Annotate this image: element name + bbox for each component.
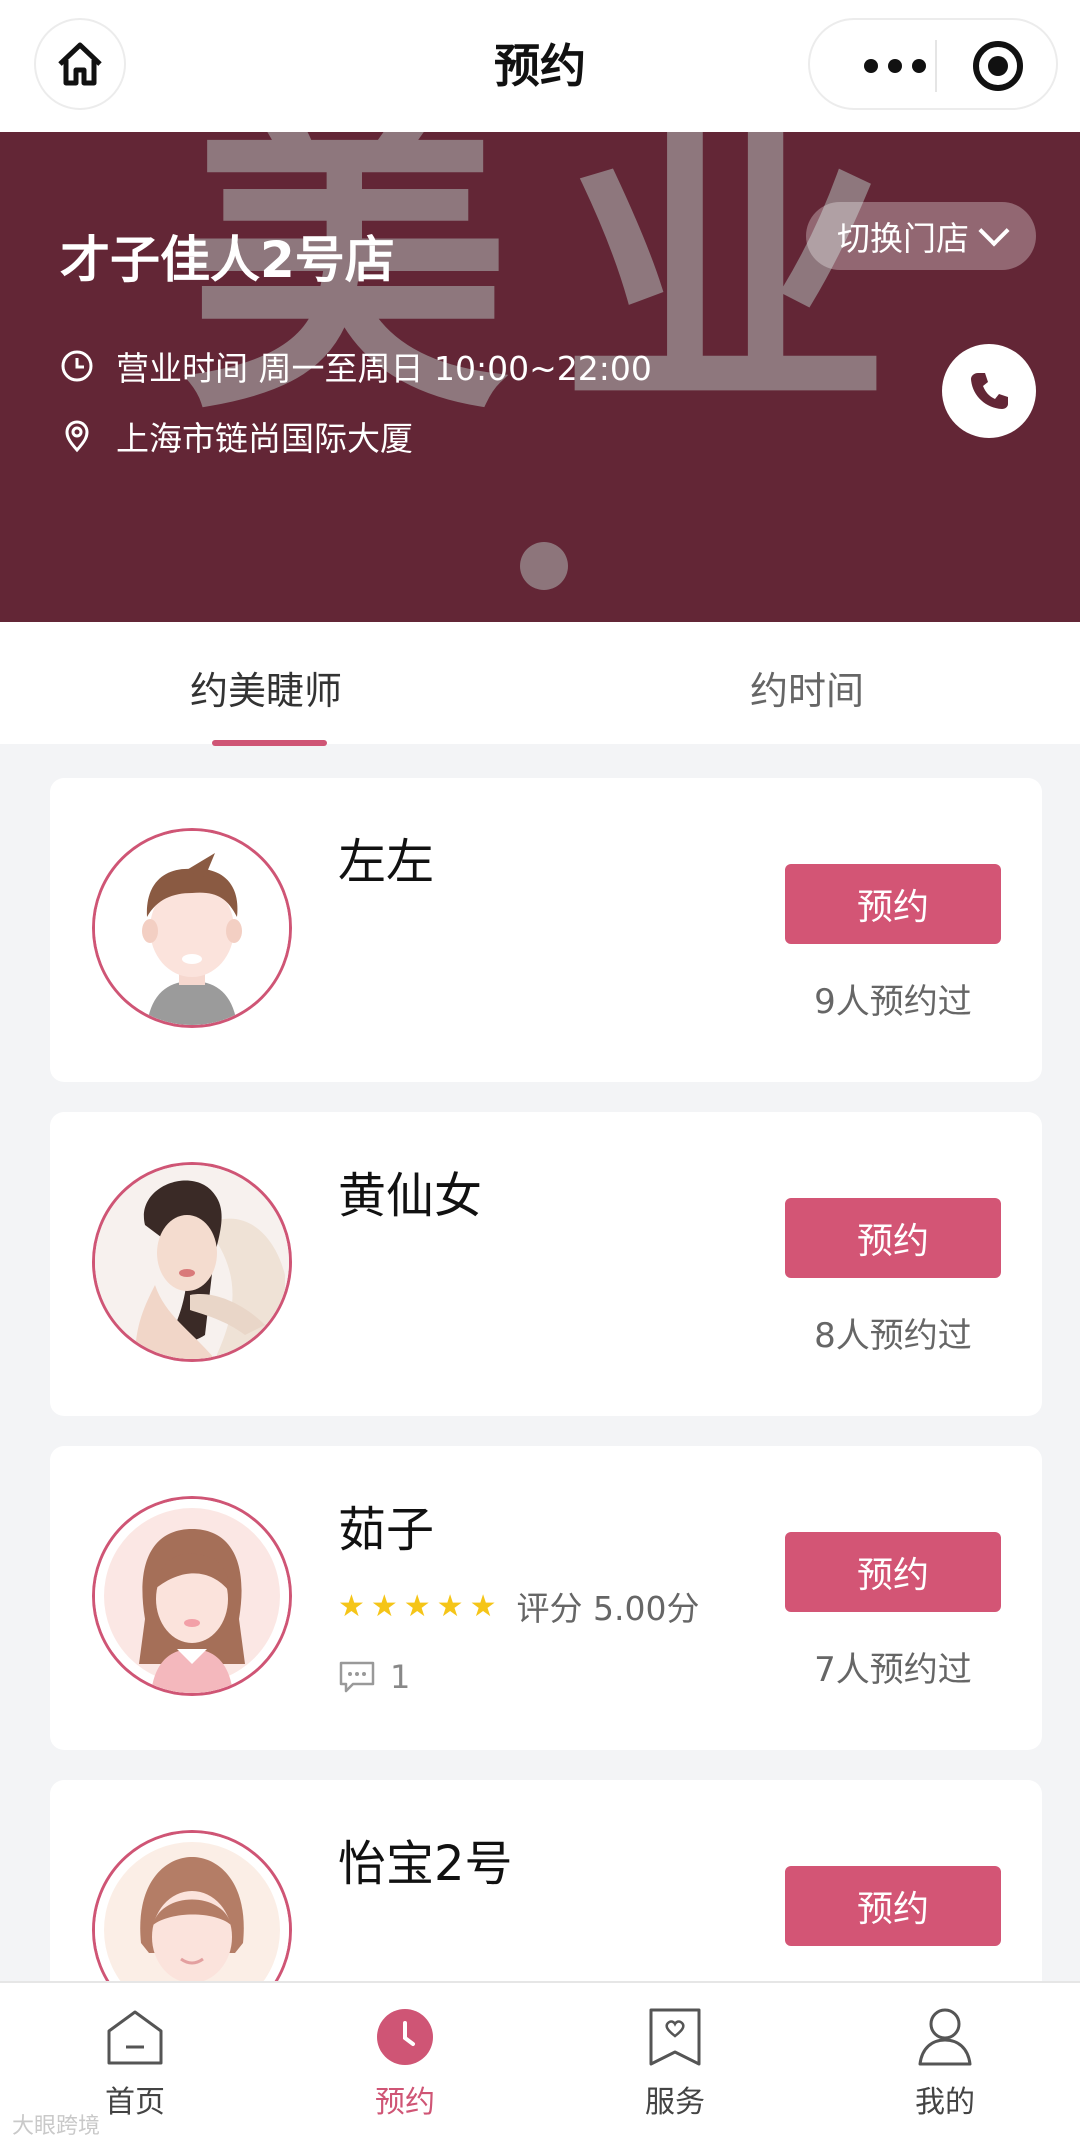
tabbar-label: 服务	[645, 2085, 705, 2120]
stylist-card[interactable]: 左左 预约 9人预约过	[50, 778, 1042, 1082]
more-dots-icon	[864, 59, 878, 73]
tabbar-item-service[interactable]: 服务	[585, 2001, 765, 2121]
tabbar-label: 我的	[915, 2085, 975, 2120]
switch-store-button[interactable]: 切换门店	[806, 202, 1036, 270]
female-photo-avatar	[95, 1165, 289, 1359]
tabbar-label: 预约	[375, 2085, 435, 2120]
clock-icon	[377, 2009, 433, 2065]
avatar	[92, 828, 292, 1028]
avatar	[92, 1496, 292, 1696]
location-pin-icon	[65, 420, 89, 453]
booking-count: 9人预约过	[814, 982, 972, 1022]
tabbar-item-home[interactable]: 首页	[45, 2001, 225, 2121]
more-button[interactable]	[850, 48, 940, 84]
heart-bookmark-icon	[649, 2008, 701, 2066]
tabbar-item-booking[interactable]: 预约	[315, 2001, 495, 2121]
store-address-text: 上海市链尚国际大厦	[116, 419, 413, 458]
call-button[interactable]	[942, 344, 1036, 438]
tabbar-item-profile[interactable]: 我的	[855, 2001, 1035, 2121]
stylist-name: 左左	[338, 834, 435, 890]
tab-time[interactable]: 约时间	[750, 660, 864, 715]
comment-count-text: 1	[390, 1658, 411, 1696]
top-nav-bar: 预约	[0, 0, 1080, 132]
male-avatar-icon	[95, 831, 289, 1025]
booking-count: 8人预约过	[814, 1316, 972, 1356]
avatar	[92, 1162, 292, 1362]
home-outline-icon	[107, 2010, 163, 2065]
chevron-down-icon	[978, 215, 1010, 247]
corner-watermark: 大眼跨境	[12, 2114, 101, 2139]
tab-stylist[interactable]: 约美睫师	[190, 660, 342, 715]
bottom-tab-bar: 首页 预约 服务 我的	[0, 1981, 1080, 2143]
stylist-card[interactable]: 茹子 ★★★★★ 评分 5.00分 1 预约 7人预约过	[50, 1446, 1042, 1750]
store-address: 上海市链尚国际大厦	[60, 412, 413, 460]
stylist-card[interactable]: 黄仙女 预约 8人预约过	[50, 1112, 1042, 1416]
booking-tabs: 约美睫师 约时间	[0, 622, 1080, 746]
store-hours: 营业时间 周一至周日 10:00~22:00	[60, 342, 652, 390]
booking-count: 7人预约过	[814, 1650, 972, 1690]
user-icon	[918, 2008, 972, 2066]
tab-active-indicator	[212, 740, 327, 746]
stylist-rating: ★★★★★ 评分 5.00分	[338, 1582, 699, 1630]
banner-watermark-dot	[520, 542, 568, 590]
close-target-icon[interactable]	[973, 41, 1023, 91]
capsule-divider	[935, 40, 937, 92]
rating-stars: ★★★★★	[338, 1588, 503, 1624]
female-avatar-icon	[95, 1499, 289, 1693]
rating-text: 评分 5.00分	[516, 1589, 700, 1628]
store-banner: 美 业 才子佳人2号店 切换门店 营业时间 周一至周日 10:00~22:00 …	[0, 132, 1080, 622]
book-button[interactable]: 预约	[785, 1866, 1001, 1946]
miniprogram-capsule	[808, 18, 1058, 110]
comment-icon	[339, 1661, 375, 1693]
stylist-name: 怡宝2号	[338, 1836, 513, 1892]
book-button[interactable]: 预约	[785, 864, 1001, 944]
switch-store-label: 切换门店	[837, 219, 969, 258]
book-button[interactable]: 预约	[785, 1532, 1001, 1612]
stylist-name: 黄仙女	[338, 1168, 483, 1224]
comment-count[interactable]: 1	[338, 1658, 410, 1696]
store-hours-text: 营业时间 周一至周日 10:00~22:00	[116, 349, 652, 388]
clock-icon	[61, 350, 93, 382]
book-button[interactable]: 预约	[785, 1198, 1001, 1278]
stylist-name: 茹子	[338, 1502, 435, 1558]
store-name: 才子佳人2号店	[60, 231, 395, 289]
phone-icon	[971, 373, 1008, 409]
